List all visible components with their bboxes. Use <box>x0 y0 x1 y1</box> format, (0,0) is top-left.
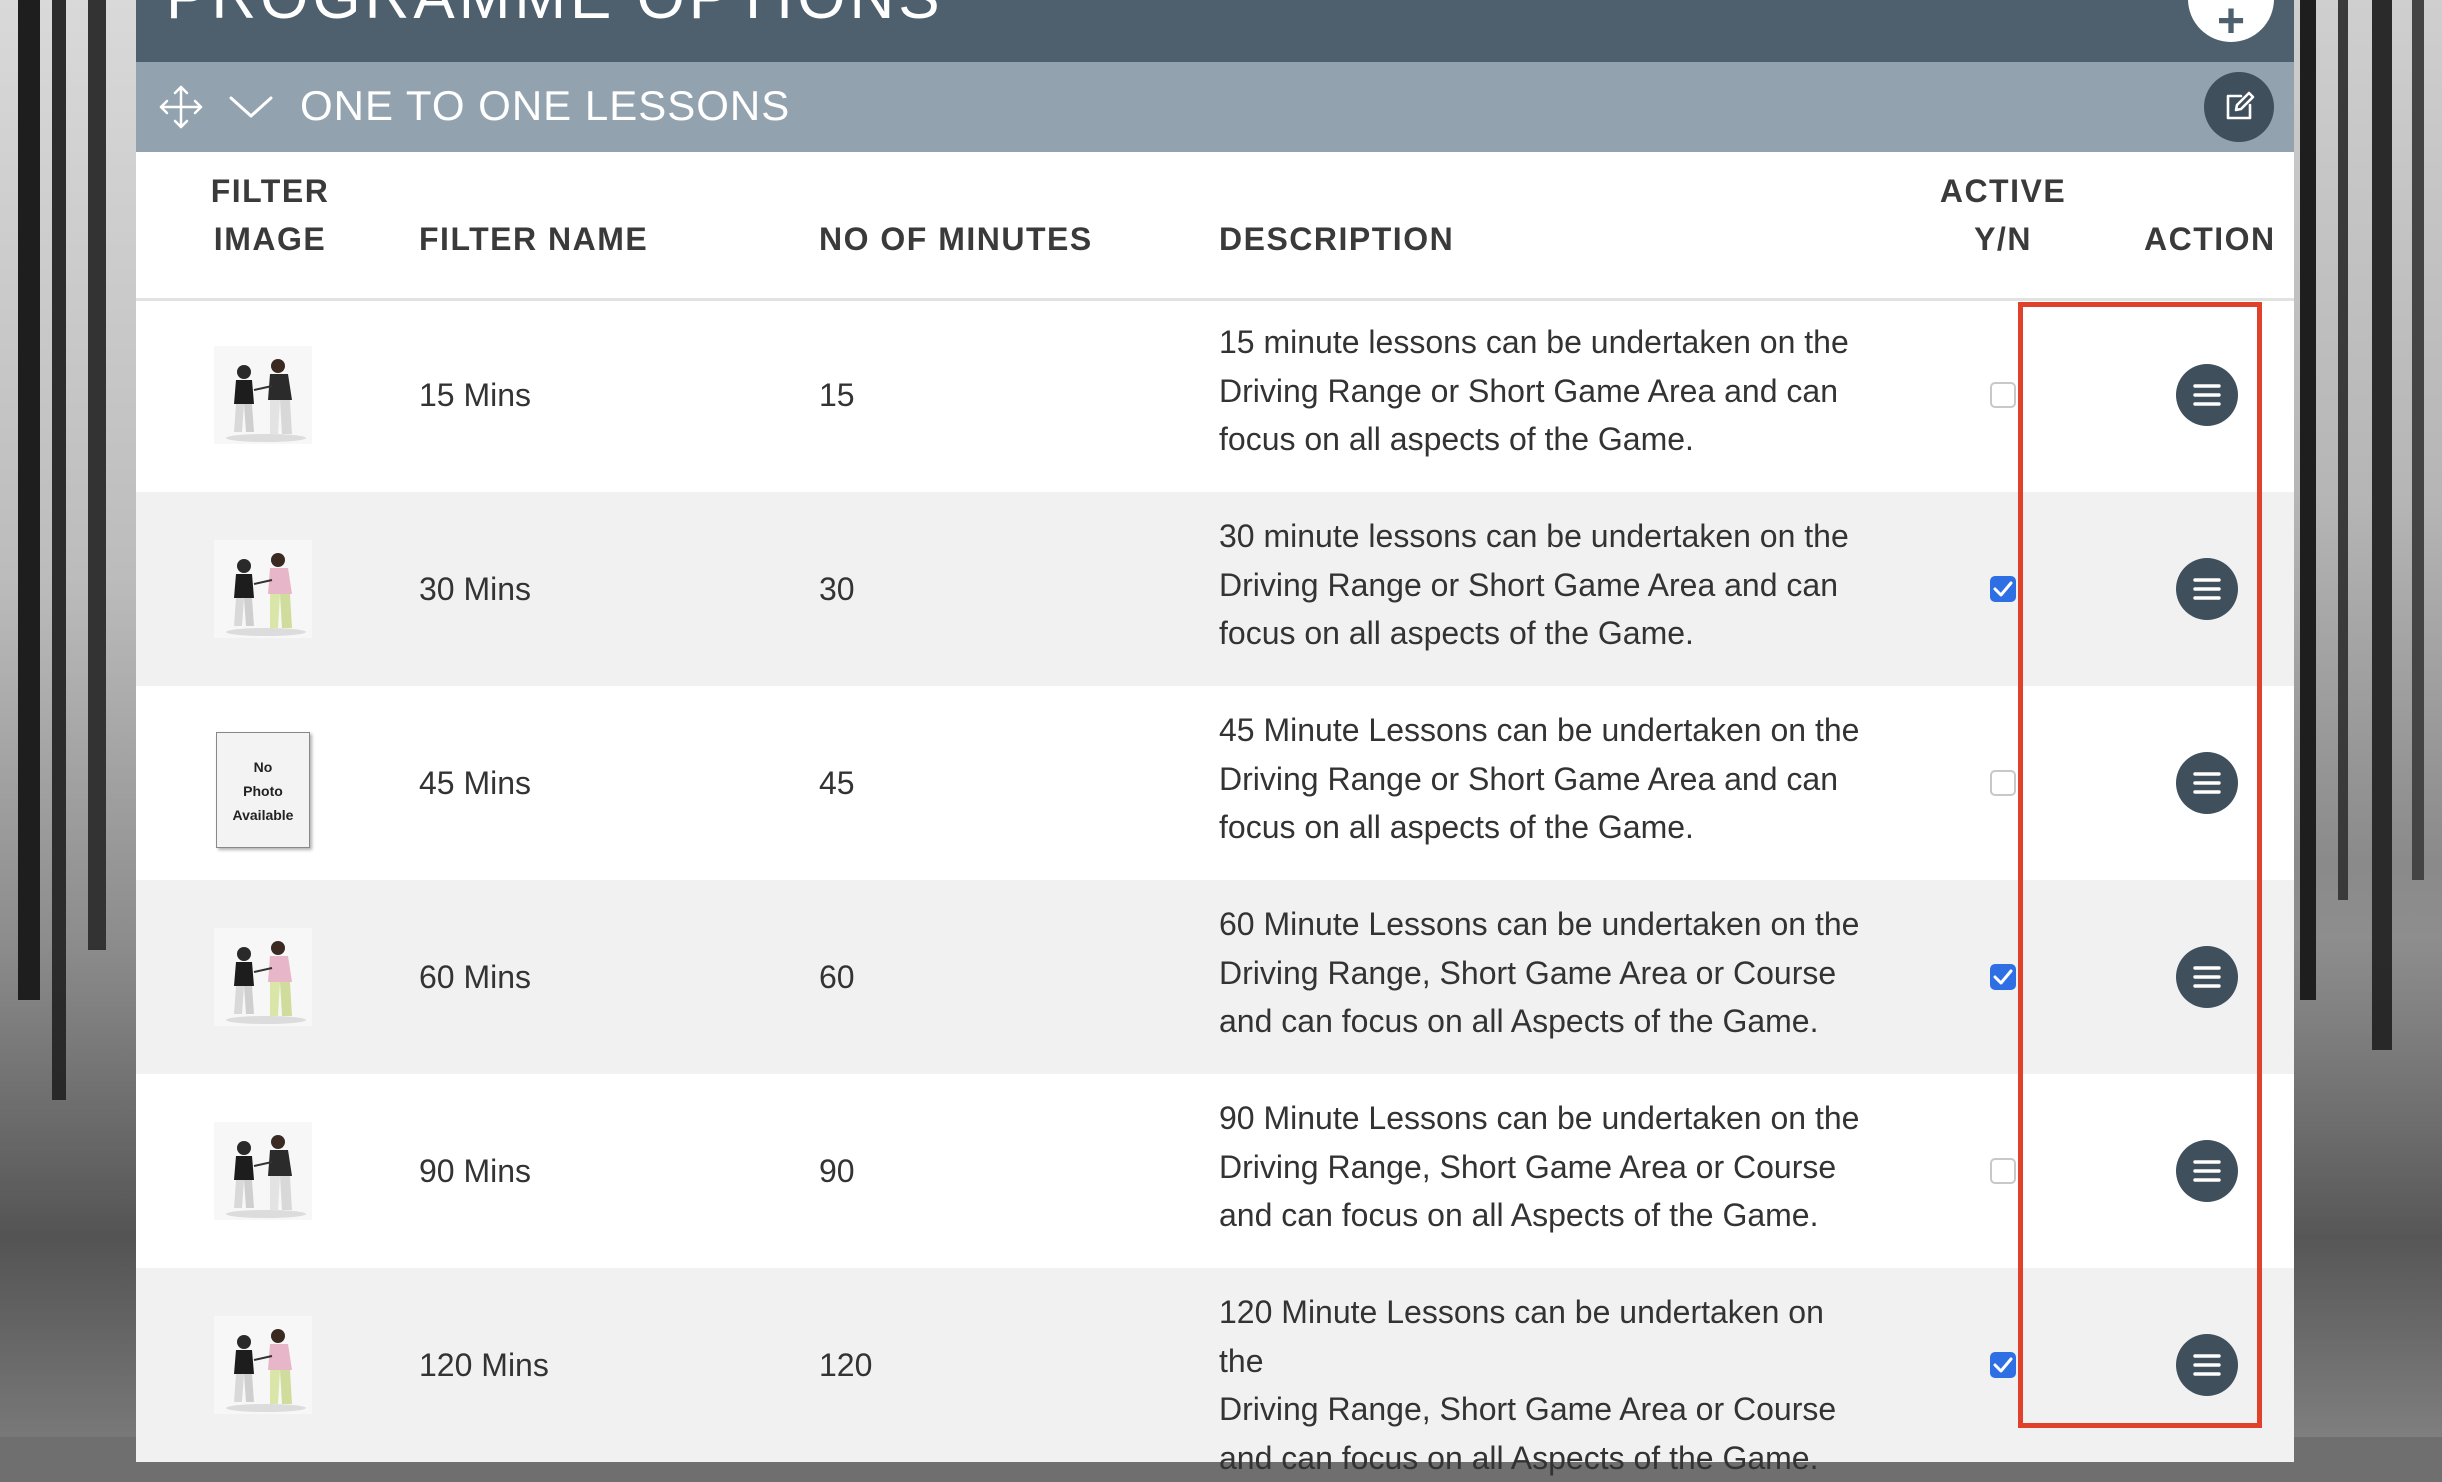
col-filter-image: FILTER IMAGE <box>210 173 330 257</box>
golf-lesson-photo <box>214 346 312 444</box>
minutes-value: 120 <box>819 1347 873 1383</box>
description-text: 120 Minute Lessons can be undertaken on … <box>1219 1294 1837 1476</box>
active-checkbox-checked[interactable] <box>1990 1352 2016 1378</box>
filter-image <box>214 1122 312 1220</box>
filter-name: 15 Mins <box>419 377 532 413</box>
minutes-value: 45 <box>819 765 855 801</box>
col-description: DESCRIPTION <box>1219 221 1455 257</box>
filter-name: 120 Mins <box>419 1347 549 1383</box>
active-checkbox-unchecked[interactable] <box>1990 770 2016 796</box>
section-title: ONE TO ONE LESSONS <box>300 82 791 129</box>
table-row-5: 90 Mins 90 90 Minute Lessons can be unde… <box>136 1074 2294 1268</box>
col-active: ACTIVE Y/N <box>1939 173 2067 257</box>
active-column-highlight <box>2018 302 2262 1428</box>
no-photo-label: No Photo Available <box>216 732 310 848</box>
minutes-value: 30 <box>819 571 855 607</box>
panel-title: PROGRAMME OPTIONS <box>166 0 944 33</box>
filter-image <box>214 1316 312 1414</box>
panel-header: PROGRAMME OPTIONS + <box>136 0 2294 62</box>
col-minutes: NO OF MINUTES <box>819 221 1093 257</box>
edit-icon <box>2226 91 2255 120</box>
table-row-3: No Photo Available 45 Mins 45 45 Minute Le… <box>136 686 2294 880</box>
programme-options-panel: PROGRAMME OPTIONS + ONE TO ONE LESSONS <box>136 0 2294 1476</box>
edit-section-button[interactable] <box>2204 72 2274 142</box>
no-photo-placeholder: No Photo Available <box>214 732 312 848</box>
golf-lesson-photo <box>214 928 312 1026</box>
golf-lesson-photo <box>214 1316 312 1414</box>
filter-image <box>214 346 312 444</box>
add-button[interactable]: + <box>2188 0 2274 46</box>
active-checkbox-checked[interactable] <box>1990 576 2016 602</box>
description-text: 30 minute lessons can be undertaken on t… <box>1219 518 1849 651</box>
table-row-1: 15 Mins 15 15 minute lessons can be unde… <box>136 298 2294 492</box>
golf-lesson-photo <box>214 1122 312 1220</box>
active-checkbox-unchecked[interactable] <box>1990 382 2016 408</box>
table-row-4: 60 Mins 60 60 Minute Lessons can be unde… <box>136 880 2294 1074</box>
plus-icon: + <box>2216 0 2246 48</box>
section-header: ONE TO ONE LESSONS <box>136 62 2294 152</box>
golf-lesson-photo <box>214 540 312 638</box>
col-filter-name: FILTER NAME <box>419 221 649 257</box>
filter-name: 45 Mins <box>419 765 532 801</box>
table-row-6: 120 Mins 120 120 Minute Lessons can be u… <box>136 1268 2294 1476</box>
chevron-down-icon[interactable] <box>228 92 274 122</box>
col-action: ACTION <box>2144 221 2276 257</box>
table-row-2: 30 Mins 30 30 minute lessons can be unde… <box>136 492 2294 686</box>
filter-name: 90 Mins <box>419 1153 532 1189</box>
filter-image <box>214 928 312 1026</box>
active-checkbox-unchecked[interactable] <box>1990 1158 2016 1184</box>
table-header: FILTER IMAGE FILTER NAME NO OF MINUTES D… <box>136 152 2294 301</box>
description-text: 45 Minute Lessons can be undertaken on t… <box>1219 712 1860 845</box>
filter-name: 30 Mins <box>419 571 532 607</box>
move-arrows-icon[interactable] <box>158 84 204 130</box>
minutes-value: 60 <box>819 959 855 995</box>
filter-image <box>214 540 312 638</box>
description-text: 60 Minute Lessons can be undertaken on t… <box>1219 906 1860 1039</box>
minutes-value: 15 <box>819 377 855 413</box>
description-text: 90 Minute Lessons can be undertaken on t… <box>1219 1100 1860 1233</box>
description-text: 15 minute lessons can be undertaken on t… <box>1219 324 1849 457</box>
minutes-value: 90 <box>819 1153 855 1189</box>
filter-name: 60 Mins <box>419 959 532 995</box>
active-checkbox-checked[interactable] <box>1990 964 2016 990</box>
